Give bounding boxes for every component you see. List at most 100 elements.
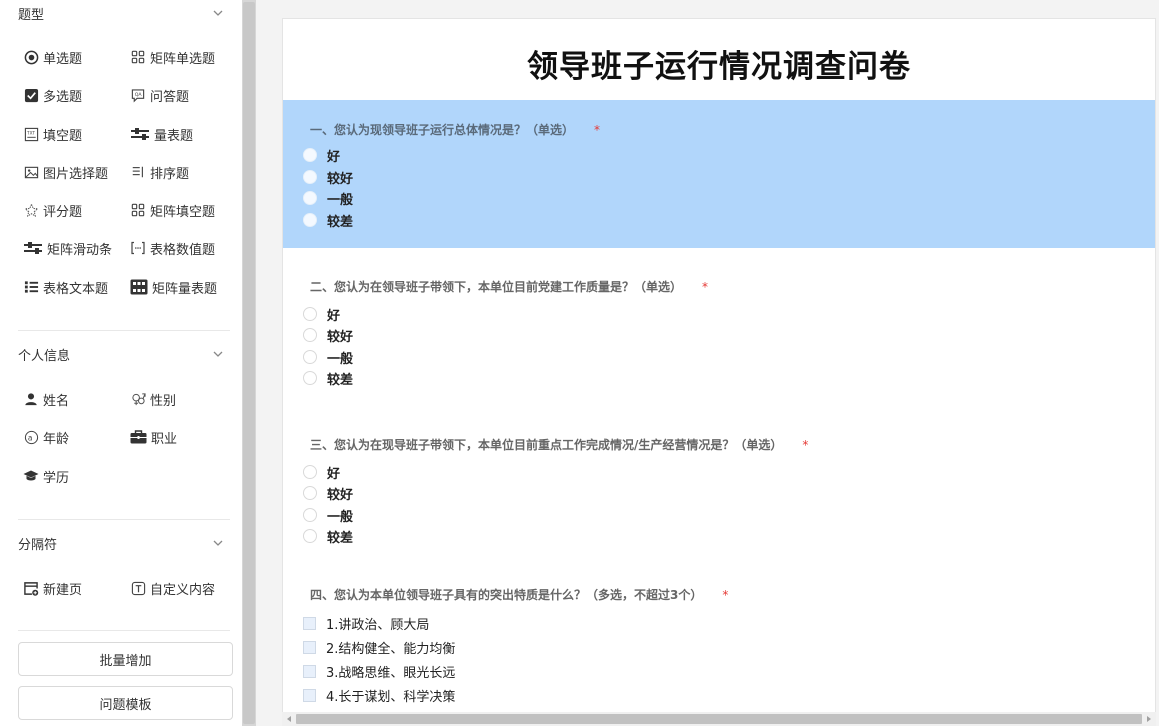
radio-button[interactable]: [303, 213, 317, 227]
grid-icon: [130, 202, 146, 218]
option-label: 较好: [327, 487, 354, 503]
sidebar-item-name[interactable]: 姓名: [23, 387, 69, 411]
radio-option[interactable]: 好: [303, 304, 340, 324]
sidebar-item-table-number[interactable]: 表格数值题: [130, 236, 215, 260]
radio-button[interactable]: [303, 170, 317, 184]
bracket-icon: [130, 240, 146, 256]
sidebar-item-matrix-scale[interactable]: 矩阵量表题: [130, 275, 217, 299]
sidebar-item-occupation[interactable]: 职业: [130, 425, 177, 449]
sidebar-item-fill-blank[interactable]: TXT 填空题: [23, 122, 82, 146]
sidebar-item-label: 新建页: [43, 582, 83, 598]
at-icon: a: [23, 429, 39, 445]
sidebar-item-label: 排序题: [150, 166, 190, 182]
briefcase-icon: [130, 429, 147, 445]
horizontal-scrollbar[interactable]: [282, 712, 1156, 726]
question-template-button[interactable]: 问题模板: [18, 686, 233, 720]
sidebar-item-age[interactable]: a 年龄: [23, 425, 69, 449]
section-header-personal-info[interactable]: 个人信息: [18, 342, 224, 366]
sidebar-item-sort[interactable]: 排序题: [130, 160, 189, 184]
scrollbar-thumb[interactable]: [296, 714, 1142, 724]
checkbox-option[interactable]: 3.战略思维、眼光长远: [303, 661, 455, 681]
scroll-right-icon[interactable]: [1142, 712, 1156, 726]
radio-option[interactable]: 较差: [303, 526, 353, 546]
radio-button[interactable]: [303, 350, 317, 364]
radio-button[interactable]: [303, 148, 317, 162]
slider-icon: [130, 126, 150, 142]
sidebar-item-matrix-fill[interactable]: 矩阵填空题: [130, 198, 215, 222]
sidebar-item-custom-content[interactable]: 自定义内容: [130, 576, 215, 600]
radio-option[interactable]: 较好: [303, 483, 353, 503]
checkbox[interactable]: [303, 688, 316, 702]
sidebar-item-matrix-single[interactable]: 矩阵单选题: [130, 45, 215, 69]
sidebar-item-matrix-slider[interactable]: 矩阵滑动条: [23, 236, 112, 260]
question-block[interactable]: 一、您认为现领导班子运行总体情况是？（单选） * 好 较好 一般 较差: [283, 100, 1155, 248]
checkbox[interactable]: [303, 640, 316, 654]
sidebar-item-scale[interactable]: 量表题: [130, 122, 193, 146]
radio-option[interactable]: 较差: [303, 210, 353, 230]
sidebar-item-label: 矩阵填空题: [150, 204, 216, 220]
checkbox[interactable]: [303, 664, 316, 678]
section-header-question-types[interactable]: 题型: [18, 1, 224, 25]
batch-add-button[interactable]: 批量增加: [18, 642, 233, 676]
radio-option[interactable]: 较好: [303, 167, 353, 187]
radio-button[interactable]: [303, 465, 317, 479]
sidebar-item-new-page[interactable]: 新建页: [23, 576, 82, 600]
radio-button[interactable]: [303, 371, 317, 385]
question-title[interactable]: 一、您认为现领导班子运行总体情况是？（单选） *: [310, 121, 600, 138]
option-label: 较差: [327, 372, 354, 388]
section-header-separators[interactable]: 分隔符: [18, 531, 224, 555]
question-title-text: 二、您认为在领导班子带领下，本单位目前党建工作质量是？（单选）: [310, 280, 683, 294]
radio-option[interactable]: 好: [303, 145, 340, 165]
radio-option[interactable]: 一般: [303, 505, 353, 525]
chevron-down-icon: [212, 348, 224, 360]
checkbox-option[interactable]: 2.结构健全、能力均衡: [303, 637, 455, 657]
sidebar-item-label: 填空题: [43, 128, 83, 144]
question-block[interactable]: 三、您认为在现导班子带领下，本单位目前重点工作完成情况/生产经营情况是？（单选）…: [283, 433, 1155, 563]
radio-option[interactable]: 较差: [303, 368, 353, 388]
radio-option[interactable]: 一般: [303, 347, 353, 367]
sidebar-item-education[interactable]: 学历: [23, 464, 69, 488]
sidebar-item-label: 表格数值题: [150, 242, 216, 258]
option-label: 一般: [327, 192, 354, 208]
list-icon: [23, 279, 39, 295]
sidebar-item-label: 自定义内容: [150, 582, 216, 598]
sidebar-item-multi-choice[interactable]: 多选题: [23, 83, 82, 107]
radio-option[interactable]: 一般: [303, 188, 353, 208]
sidebar-item-rating[interactable]: 评分题: [23, 198, 82, 222]
checkbox[interactable]: [303, 616, 316, 630]
option-label: 2.结构健全、能力均衡: [326, 641, 456, 657]
question-title[interactable]: 三、您认为在现导班子带领下，本单位目前重点工作完成情况/生产经营情况是？（单选）…: [310, 436, 808, 453]
sidebar-item-label: 矩阵量表题: [152, 281, 218, 297]
radio-button[interactable]: [303, 486, 317, 500]
checkbox-option[interactable]: 1.讲政治、顾大局: [303, 613, 429, 633]
sidebar-item-label: 学历: [43, 470, 70, 486]
radio-button[interactable]: [303, 529, 317, 543]
sidebar-item-qa[interactable]: QA 问答题: [130, 83, 189, 107]
question-block[interactable]: 四、您认为本单位领导班子具有的突出特质是什么？（多选，不超过3个） * 1.讲政治…: [283, 583, 1155, 723]
question-title[interactable]: 二、您认为在领导班子带领下，本单位目前党建工作质量是？（单选） *: [310, 278, 708, 295]
checkbox-option[interactable]: 4.长于谋划、科学决策: [303, 685, 455, 705]
sidebar-scrollbar[interactable]: [242, 0, 256, 726]
sidebar-item-label: 评分题: [43, 204, 83, 220]
radio-button[interactable]: [303, 191, 317, 205]
sidebar-item-table-text[interactable]: 表格文本题: [23, 275, 108, 299]
text-icon: [130, 580, 146, 596]
sidebar-item-image-choice[interactable]: 图片选择题: [23, 160, 108, 184]
radio-option[interactable]: 好: [303, 462, 340, 482]
sidebar-item-label: 表格文本题: [43, 281, 109, 297]
sidebar-item-label: 姓名: [43, 393, 70, 409]
sidebar-item-single-choice[interactable]: 单选题: [23, 45, 82, 69]
survey-title[interactable]: 领导班子运行情况调查问卷: [283, 41, 1155, 86]
question-block[interactable]: 二、您认为在领导班子带领下，本单位目前党建工作质量是？（单选） * 好 较好 一般…: [283, 275, 1155, 405]
radio-button[interactable]: [303, 307, 317, 321]
radio-option[interactable]: 较好: [303, 325, 353, 345]
sidebar-item-gender[interactable]: 性别: [130, 387, 176, 411]
radio-button[interactable]: [303, 328, 317, 342]
option-label: 好: [327, 149, 341, 165]
question-title[interactable]: 四、您认为本单位领导班子具有的突出特质是什么？（多选，不超过3个） *: [310, 586, 728, 603]
scroll-left-icon[interactable]: [282, 712, 296, 726]
radio-button[interactable]: [303, 508, 317, 522]
scrollbar-thumb[interactable]: [243, 2, 255, 724]
section-title: 分隔符: [18, 537, 58, 553]
divider: [18, 519, 230, 520]
